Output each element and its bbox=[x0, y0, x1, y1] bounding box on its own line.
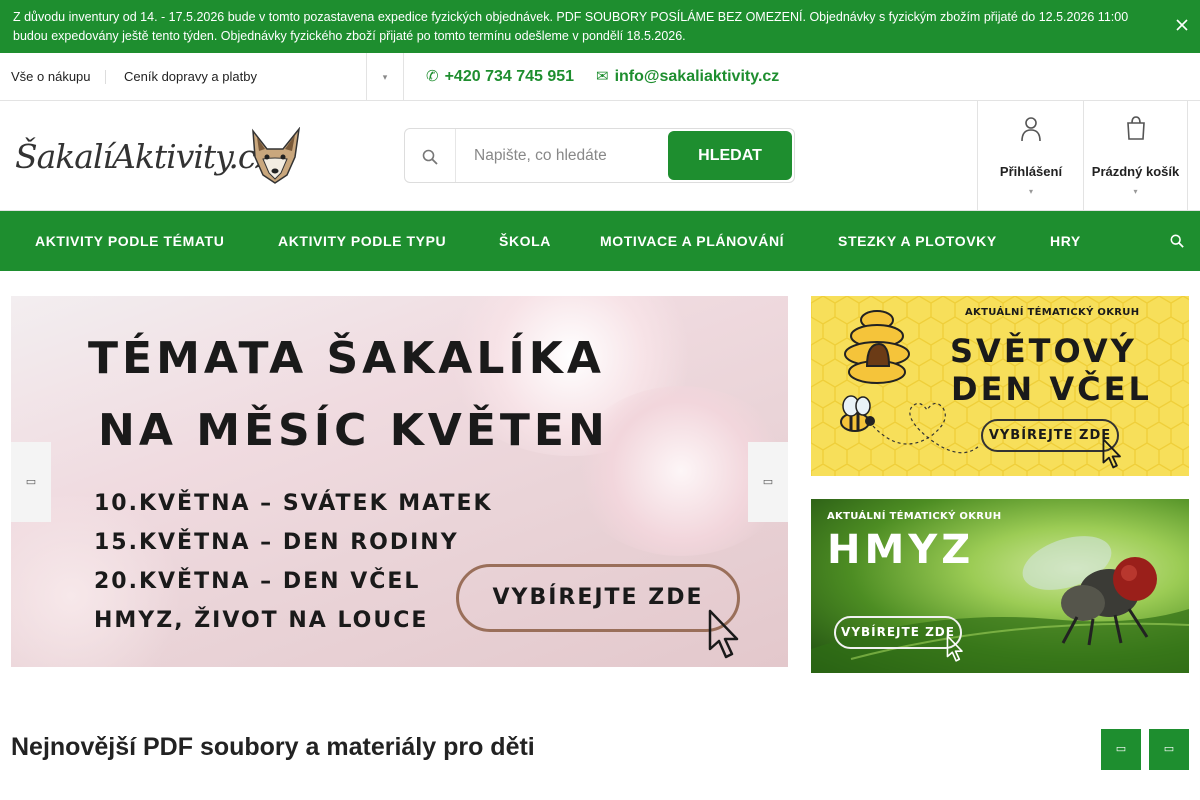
search-bar: HLEDAT bbox=[404, 128, 795, 183]
cart-label: Prázdný košík bbox=[1091, 164, 1180, 179]
phone-number: +420 734 745 951 bbox=[444, 68, 575, 85]
chevron-down-icon: ▾ bbox=[1133, 187, 1138, 196]
user-icon bbox=[978, 115, 1084, 149]
hero-cta-button[interactable]: VYBÍREJTE ZDE bbox=[456, 564, 740, 632]
hero-line: 20.KVĚTNA – DEN VČEL bbox=[94, 569, 421, 594]
nav-item-motivation-planning[interactable]: MOTIVACE A PLÁNOVÁNÍ bbox=[600, 211, 784, 271]
hero-line: 15.KVĚTNA – DEN RODINY bbox=[94, 530, 459, 555]
cursor-icon bbox=[708, 609, 739, 659]
fox-logo-icon bbox=[252, 127, 301, 184]
announcement-text: Z důvodu inventury od 14. - 17.5.2026 bu… bbox=[13, 10, 1129, 43]
cart-button[interactable]: Prázdný košík ▾ bbox=[1083, 101, 1188, 210]
banner-title-line-2: DEN VČEL bbox=[951, 370, 1152, 408]
nav-search-icon[interactable] bbox=[1170, 211, 1184, 271]
cursor-icon bbox=[946, 635, 963, 662]
hero-line: 10.KVĚTNA – SVÁTEK MATEK bbox=[94, 491, 493, 516]
cursor-icon bbox=[1102, 438, 1121, 469]
login-button[interactable]: Přihlášení ▾ bbox=[977, 101, 1084, 210]
top-utility-bar: Vše o nákupu Ceník dopravy a platby ▾ ✆ +… bbox=[0, 53, 1200, 101]
section-title: Nejnovější PDF soubory a materiály pro d… bbox=[11, 733, 535, 761]
email-link[interactable]: ✉ info@sakaliaktivity.cz bbox=[596, 53, 779, 100]
search-icon[interactable] bbox=[405, 129, 456, 182]
hero-title-line-1: TÉMATA ŠAKALÍKA bbox=[88, 333, 605, 384]
slider-next-button[interactable]: ▭ bbox=[748, 442, 788, 522]
banner-insects[interactable]: AKTUÁLNÍ TÉMATICKÝ OKRUH HMYZ VYBÍREJTE … bbox=[811, 499, 1189, 673]
banner-cta-button[interactable]: VYBÍREJTE ZDE bbox=[834, 616, 962, 649]
nav-item-trails[interactable]: STEZKY A PLOTOVKY bbox=[838, 211, 997, 271]
banner-cta-button[interactable]: VYBÍREJTE ZDE bbox=[981, 419, 1119, 452]
more-links-chevron-icon[interactable]: ▾ bbox=[367, 53, 403, 101]
chevron-down-icon: ▾ bbox=[1028, 187, 1033, 196]
topbar-separator bbox=[105, 70, 106, 84]
nav-item-games[interactable]: HRY bbox=[1050, 211, 1081, 271]
close-icon[interactable] bbox=[1174, 17, 1190, 33]
banner-title: HMYZ bbox=[827, 527, 975, 573]
cart-icon bbox=[1084, 115, 1187, 147]
logo-text: ŠakalíAktivity.cz bbox=[15, 137, 273, 176]
banner-title-line-1: SVĚTOVÝ bbox=[950, 332, 1137, 370]
main-navigation: AKTIVITY PODLE TÉMATU AKTIVITY PODLE TYP… bbox=[0, 211, 1200, 271]
topbar-divider bbox=[403, 53, 404, 101]
nav-item-school[interactable]: ŠKOLA bbox=[499, 211, 551, 271]
search-button[interactable]: HLEDAT bbox=[668, 131, 792, 180]
site-header: ŠakalíAktivity.cz HLEDAT Přihlášení bbox=[0, 101, 1200, 211]
email-icon: ✉ bbox=[596, 68, 609, 85]
announcement-bar: Z důvodu inventury od 14. - 17.5.2026 bu… bbox=[0, 0, 1200, 53]
nav-item-activities-by-type[interactable]: AKTIVITY PODLE TYPU bbox=[278, 211, 446, 271]
hero-slide[interactable]: TÉMATA ŠAKALÍKA NA MĚSÍC KVĚTEN 10.KVĚTN… bbox=[11, 296, 788, 667]
phone-link[interactable]: ✆ +420 734 745 951 bbox=[426, 53, 574, 100]
topbar-link-shipping-prices[interactable]: Ceník dopravy a platby bbox=[124, 53, 257, 101]
carousel-next-button[interactable]: ▭ bbox=[1149, 729, 1189, 770]
email-address: info@sakaliaktivity.cz bbox=[614, 68, 780, 85]
slider-prev-button[interactable]: ▭ bbox=[11, 442, 51, 522]
search-input[interactable] bbox=[457, 129, 667, 182]
carousel-prev-button[interactable]: ▭ bbox=[1101, 729, 1141, 770]
beehive-icon bbox=[844, 310, 910, 384]
topbar-link-shopping-info[interactable]: Vše o nákupu bbox=[11, 53, 91, 101]
phone-icon: ✆ bbox=[426, 68, 439, 85]
banner-kicker: AKTUÁLNÍ TÉMATICKÝ OKRUH bbox=[827, 511, 1002, 522]
login-label: Přihlášení bbox=[999, 164, 1063, 179]
nav-item-activities-by-topic[interactable]: AKTIVITY PODLE TÉMATU bbox=[35, 211, 224, 271]
hero-line: HMYZ, ŽIVOT NA LOUCE bbox=[94, 608, 429, 633]
site-logo[interactable]: ŠakalíAktivity.cz bbox=[15, 127, 305, 187]
hero-title-line-2: NA MĚSÍC KVĚTEN bbox=[98, 405, 609, 456]
banner-kicker: AKTUÁLNÍ TÉMATICKÝ OKRUH bbox=[965, 307, 1140, 318]
fly-icon bbox=[1022, 536, 1157, 646]
banner-bee-day[interactable]: AKTUÁLNÍ TÉMATICKÝ OKRUH SVĚTOVÝ DEN VČE… bbox=[811, 296, 1189, 476]
